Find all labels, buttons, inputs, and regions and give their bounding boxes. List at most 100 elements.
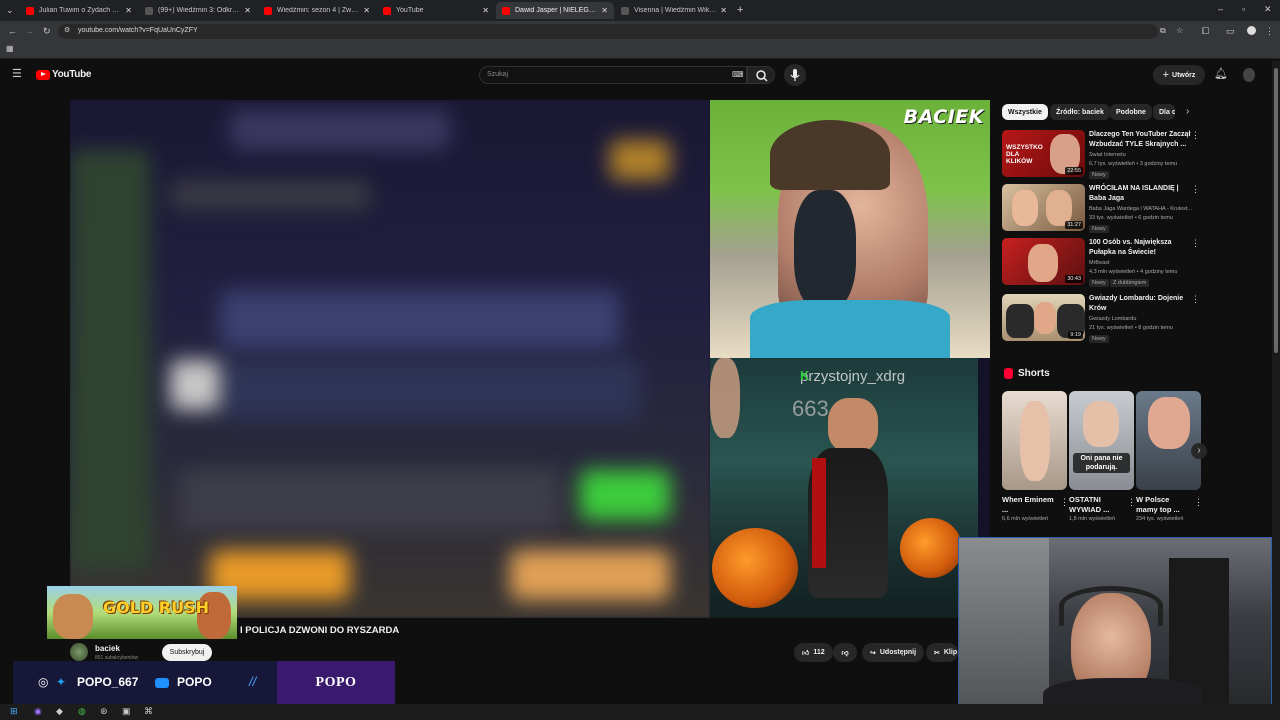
more-options-icon[interactable]: ⋮ [1191, 184, 1200, 195]
voice-search-button[interactable] [784, 64, 806, 86]
browser-menu-icon[interactable]: ⋮ [1265, 27, 1274, 36]
app-icon[interactable]: ▣ [122, 707, 131, 716]
youtube-play-icon [36, 69, 50, 80]
chip-for-you[interactable]: Dla c [1153, 104, 1175, 120]
short-item[interactable]: Oni pana nie podarują. OSTATNI WYWIAD ..… [1069, 391, 1136, 523]
streamer-webcam-overlay [958, 537, 1272, 714]
video-thumbnail[interactable]: WSZYSTKO DLA KLIKÓW 22:55 [1002, 130, 1085, 177]
recommendation-title[interactable]: 100 Osób vs. Największa Pułapka na Świec… [1089, 238, 1194, 257]
close-tab-icon[interactable]: ✕ [244, 6, 251, 15]
recommendation-title[interactable]: WRÓCIŁAM NA ISLANDIĘ | Baba Jaga [1089, 184, 1194, 203]
browser-tab[interactable]: Wiedźmin: sezon 4 | Zwiastun ✕ [258, 2, 376, 19]
steam-icon[interactable]: ◆ [56, 707, 63, 716]
more-options-icon[interactable]: ⋮ [1191, 294, 1200, 305]
close-tab-icon[interactable]: ✕ [482, 6, 489, 15]
discord-icon[interactable]: ◉ [34, 707, 42, 716]
recommendation-channel[interactable]: MrBeast [1089, 260, 1204, 266]
blurred-region [70, 150, 150, 570]
close-window-icon[interactable]: ✕ [1264, 5, 1272, 14]
short-thumbnail[interactable]: Oni pana nie podarują. [1069, 391, 1134, 490]
share-button[interactable]: ↪ Udostępnij [862, 643, 925, 662]
chip-related[interactable]: Podobne [1110, 104, 1152, 120]
more-options-icon[interactable]: ⋮ [1060, 497, 1069, 508]
short-title[interactable]: W Polsce mamy top ... [1136, 495, 1192, 515]
video-thumbnail[interactable]: 31:27 [1002, 184, 1085, 231]
account-avatar[interactable] [1243, 68, 1255, 82]
new-tab-icon[interactable]: + [737, 5, 743, 16]
chevron-right-icon[interactable]: › [1186, 107, 1189, 117]
start-icon[interactable]: ⊞ [10, 707, 18, 716]
extensions-icon[interactable]: ⧠ [1202, 27, 1209, 36]
apps-grid-icon[interactable]: ▦ [6, 45, 14, 53]
recommendation-title[interactable]: Dlaczego Ten YouTuber Zaczął Wzbudzać TY… [1089, 130, 1194, 149]
minimize-icon[interactable]: – [1218, 5, 1223, 14]
shorts-next-icon[interactable]: › [1191, 443, 1207, 459]
recommendation-channel[interactable]: Baba Jaga Wardega i WATAHA - Krulest... [1089, 206, 1204, 212]
search-input[interactable]: Szukaj ⌨ [479, 66, 747, 84]
like-button[interactable]: 👍︎ 112 [794, 643, 833, 662]
app-icon[interactable]: ⊛ [100, 707, 108, 716]
youtube-logo[interactable]: YouTube [36, 69, 92, 80]
short-title[interactable]: OSTATNI WYWIAD ... [1069, 495, 1125, 515]
hamburger-menu-icon[interactable]: ☰ [12, 69, 22, 80]
profile-avatar[interactable] [1247, 26, 1256, 35]
video-thumbnail[interactable]: 9:19 [1002, 294, 1085, 341]
browser-tab[interactable]: (99+) Wiedźmin 3: Odkryj magię ✕ [139, 2, 257, 19]
halloween-panel: przystojny_xdrg K 663 [710, 358, 978, 618]
close-tab-icon[interactable]: ✕ [601, 6, 608, 15]
short-item[interactable]: When Eminem ... 6,6 mln wyświetleń ⋮ [1002, 391, 1069, 523]
channel-name[interactable]: baciek [95, 644, 120, 653]
scrollbar-thumb[interactable] [1274, 68, 1278, 353]
close-tab-icon[interactable]: ✕ [125, 6, 132, 15]
recommendation-item[interactable]: 31:27 WRÓCIŁAM NA ISLANDIĘ | Baba Jaga B… [1002, 184, 1202, 234]
short-item[interactable]: W Polsce mamy top ... 234 tys. wyświetle… [1136, 391, 1203, 523]
shorts-heading: Shorts [1004, 368, 1050, 379]
youtube-favicon-icon [264, 6, 272, 15]
browser-tab[interactable]: Julian Tuwim o Żydach - YouTube ✕ [20, 2, 138, 19]
video-thumbnail[interactable]: 30:43 [1002, 238, 1085, 285]
recommendation-title[interactable]: Gwiazdy Lombardu: Dojenie Krów [1089, 294, 1194, 313]
subscribe-button[interactable]: Subskrybuj [162, 644, 212, 661]
recommendation-item[interactable]: 9:19 Gwiazdy Lombardu: Dojenie Krów Gwia… [1002, 294, 1202, 344]
create-button[interactable]: + Utwórz [1153, 65, 1205, 85]
notifications-bell-icon[interactable]: 🔔︎ [1214, 69, 1228, 80]
video-player[interactable]: BACIEK przystojny_xdrg K 663 [70, 100, 990, 618]
browser-tab[interactable]: Visenna | Wiedźmin Wiki | Fandom ✕ [615, 2, 733, 19]
site-info-icon[interactable]: ⚙ [64, 27, 70, 34]
reload-icon[interactable]: ↻ [43, 27, 51, 36]
dislike-button[interactable]: 👎︎ [833, 643, 857, 662]
channel-avatar[interactable] [70, 643, 88, 661]
app-icon[interactable]: ⌘ [144, 707, 153, 716]
keyboard-icon[interactable]: ⌨ [732, 71, 744, 79]
forward-icon[interactable]: → [25, 27, 34, 36]
split-icon[interactable]: ▭ [1226, 27, 1235, 36]
close-tab-icon[interactable]: ✕ [363, 6, 370, 15]
short-thumbnail[interactable] [1136, 391, 1201, 490]
search-button[interactable] [747, 66, 775, 84]
more-options-icon[interactable]: ⋮ [1194, 497, 1203, 508]
short-thumbnail[interactable] [1002, 391, 1067, 490]
more-options-icon[interactable]: ⋮ [1191, 238, 1200, 249]
short-title[interactable]: When Eminem ... [1002, 495, 1058, 515]
recommendation-item[interactable]: WSZYSTKO DLA KLIKÓW 22:55 Dlaczego Ten Y… [1002, 130, 1202, 180]
chip-from-channel[interactable]: Źródło: baciek [1050, 104, 1110, 120]
browser-tab[interactable]: YouTube ✕ [377, 2, 495, 19]
chrome-icon[interactable]: ◍ [78, 707, 86, 716]
recommendation-channel[interactable]: Świat Internetu [1089, 152, 1204, 158]
recommendation-item[interactable]: 30:43 100 Osób vs. Największa Pułapka na… [1002, 238, 1202, 288]
bookmark-star-icon[interactable]: ☆ [1176, 27, 1183, 35]
address-bar[interactable]: ⚙ youtube.com/watch?v=FqUaUnCyZFY ⧉ ☆ [58, 24, 1183, 39]
browser-tab-active[interactable]: Dawid Jasper | NIELEGALNE ✕ [496, 2, 614, 19]
close-tab-icon[interactable]: ✕ [720, 6, 727, 15]
youtube-icon [155, 678, 169, 688]
clip-button[interactable]: ✂ Klip [926, 643, 958, 662]
back-icon[interactable]: ← [8, 27, 17, 36]
maximize-icon[interactable]: ▫ [1242, 5, 1245, 14]
tab-search-icon[interactable]: ⌄ [6, 6, 14, 15]
more-options-icon[interactable]: ⋮ [1191, 130, 1200, 141]
recommendation-channel[interactable]: Gwiazdy Lombardu [1089, 316, 1204, 322]
more-options-icon[interactable]: ⋮ [1127, 497, 1136, 508]
thumbnail-face [1012, 190, 1038, 226]
chip-all[interactable]: Wszystkie [1002, 104, 1048, 120]
cast-icon[interactable]: ⧉ [1160, 27, 1166, 35]
